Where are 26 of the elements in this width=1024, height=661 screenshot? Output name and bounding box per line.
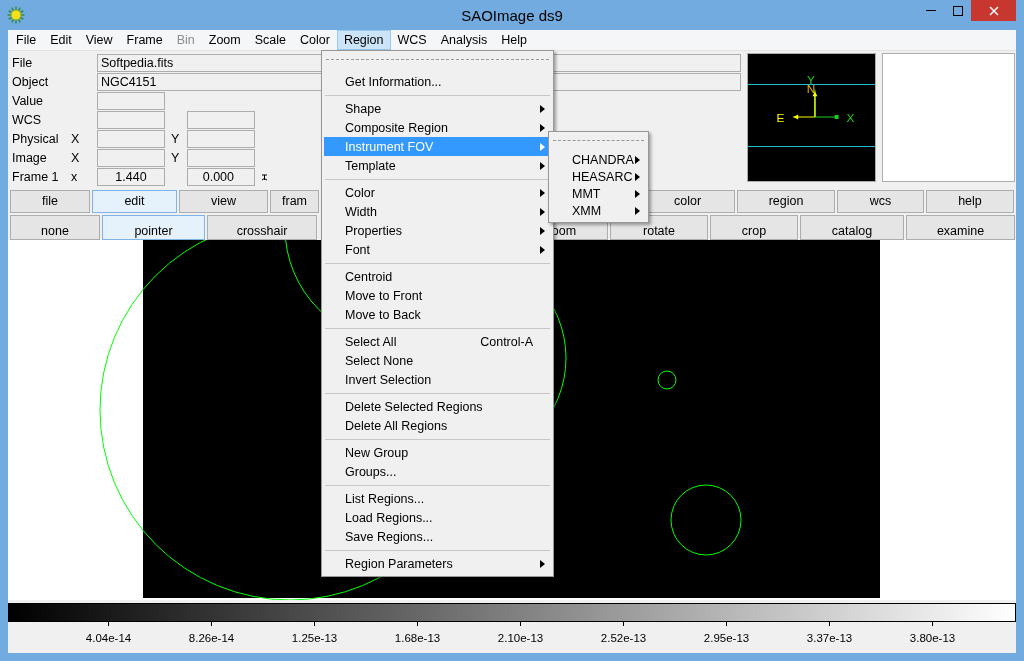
axis-label: Y — [170, 150, 181, 165]
tick-label: 3.80e-13 — [909, 632, 956, 644]
axis-label: Y — [170, 131, 181, 146]
axis-label: X — [71, 150, 81, 165]
compass-label: E — [776, 110, 785, 125]
compass-label: X — [846, 110, 855, 125]
field-label: Physical — [11, 131, 60, 146]
field-label: WCS — [11, 112, 43, 127]
axis-label: X — [71, 131, 81, 146]
field-label: Value — [11, 93, 45, 108]
window-title: SAOImage ds9 — [461, 7, 563, 24]
tick-label: 3.37e-13 — [806, 632, 853, 644]
value-field: 1.440 — [97, 167, 165, 186]
tick-label: 8.26e-14 — [188, 632, 235, 644]
tick-label: 2.52e-13 — [600, 632, 647, 644]
tick-label: 2.95e-13 — [703, 632, 750, 644]
field-label: Image — [11, 150, 48, 165]
tick-label: 2.10e-13 — [497, 632, 544, 644]
field-label: Frame 1 — [11, 169, 60, 184]
value-field: 0.000 — [187, 167, 255, 186]
tick-label: 4.04e-14 — [85, 632, 132, 644]
tick-label: 1.25e-13 — [291, 632, 338, 644]
tick-label: 1.68e-13 — [394, 632, 441, 644]
axis-label: x — [71, 169, 79, 184]
field-label: Object — [11, 74, 50, 89]
field-label: File — [11, 55, 34, 70]
